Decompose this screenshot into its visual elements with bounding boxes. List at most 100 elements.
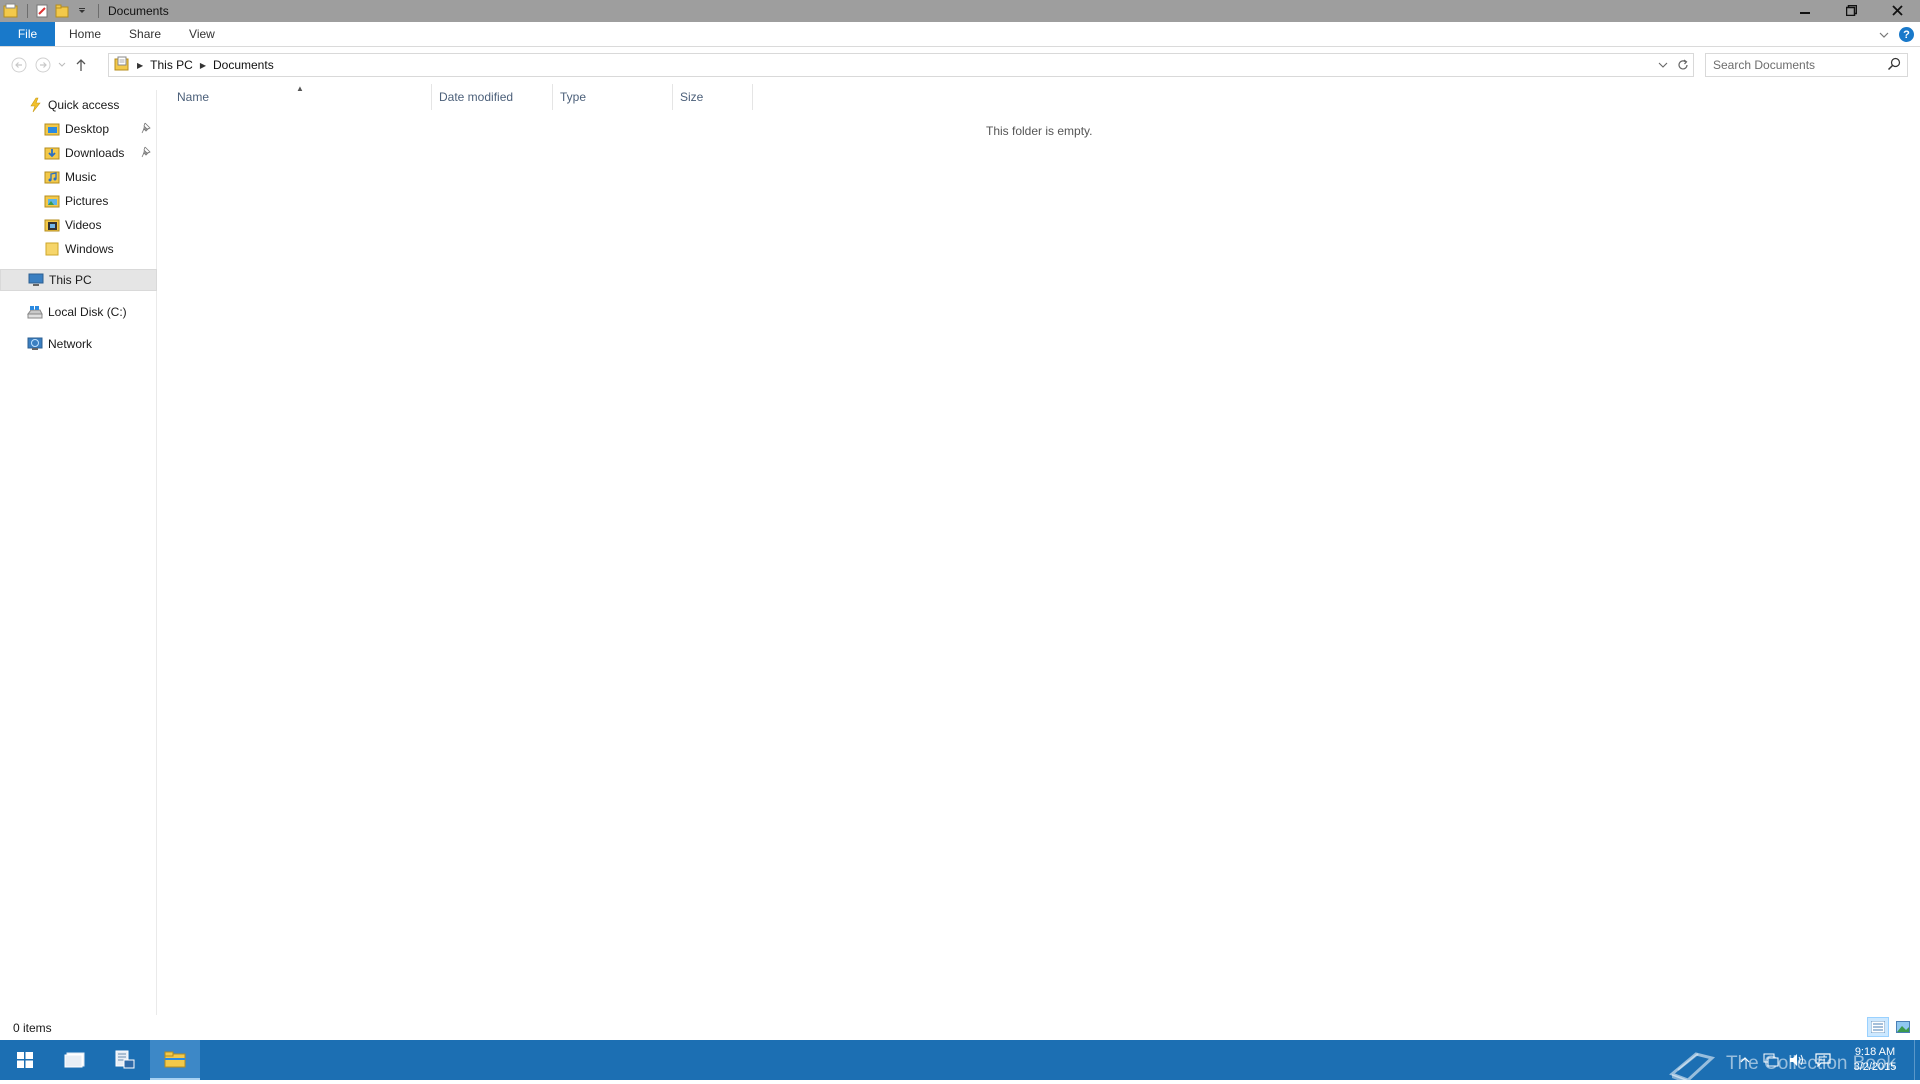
breadcrumb-documents[interactable]: Documents	[213, 58, 274, 72]
clock[interactable]: 9:18 AM 3/2/2015	[1836, 1040, 1914, 1080]
sidebar-item-windows[interactable]: Windows	[0, 238, 157, 260]
column-header-label: Name	[177, 90, 210, 104]
sidebar-item-quick-access[interactable]: Quick access	[0, 94, 157, 116]
ribbon-tabs: File Home Share View ?	[0, 22, 1920, 47]
sidebar-item-local-disk[interactable]: Local Disk (C:)	[0, 301, 157, 323]
column-header-label: Date modified	[439, 90, 514, 104]
breadcrumb-separator-icon[interactable]: ▶	[137, 61, 143, 70]
sidebar-item-music[interactable]: Music	[0, 166, 157, 188]
folder-icon	[44, 241, 60, 257]
taskbar-file-explorer[interactable]	[150, 1040, 200, 1080]
sidebar-item-this-pc[interactable]: This PC	[0, 269, 157, 291]
speaker-icon	[1790, 1054, 1803, 1066]
customize-qat-icon[interactable]	[73, 2, 91, 20]
minimize-icon	[1800, 12, 1810, 14]
breadcrumb-this-pc[interactable]: This PC	[150, 58, 193, 72]
sidebar-item-videos[interactable]: Videos	[0, 214, 157, 236]
file-list-view[interactable]: Name ▲ Date modified Type Size This fold…	[160, 84, 1920, 1014]
network-tray-button[interactable]	[1758, 1040, 1784, 1080]
tab-home[interactable]: Home	[55, 22, 115, 46]
address-history-button[interactable]	[1653, 54, 1673, 76]
qat-separator	[27, 4, 28, 18]
help-icon[interactable]: ?	[1899, 27, 1914, 42]
tab-view[interactable]: View	[175, 22, 229, 46]
restore-icon	[1845, 4, 1857, 16]
pin-icon[interactable]	[141, 146, 153, 161]
downloads-folder-icon	[44, 145, 60, 161]
up-button[interactable]	[69, 53, 93, 77]
action-center-button[interactable]	[1810, 1040, 1836, 1080]
column-header-label: Type	[560, 90, 587, 104]
sidebar-item-label: Videos	[65, 218, 102, 232]
taskbar-server-manager[interactable]	[100, 1040, 150, 1080]
quick-access-toolbar: Documents	[0, 0, 169, 22]
pictures-folder-icon	[44, 193, 60, 209]
sidebar-item-network[interactable]: Network	[0, 333, 157, 355]
tab-share[interactable]: Share	[115, 22, 175, 46]
search-input[interactable]	[1713, 58, 1883, 72]
explorer-app-icon[interactable]	[2, 2, 20, 20]
sidebar-item-label: This PC	[49, 273, 92, 287]
new-folder-icon[interactable]	[53, 2, 71, 20]
file-explorer-window: Documents File Home Share View ? ▶ This …	[0, 0, 1920, 1040]
large-icons-view-icon	[1896, 1021, 1910, 1033]
local-disk-icon	[27, 304, 43, 320]
column-header-size[interactable]: Size	[673, 84, 753, 110]
volume-button[interactable]	[1784, 1040, 1810, 1080]
recent-locations-button[interactable]	[55, 53, 69, 77]
clock-date: 3/2/2015	[1853, 1061, 1897, 1073]
notification-icon	[1815, 1053, 1831, 1067]
task-view-icon	[64, 1052, 85, 1068]
status-bar: 0 items	[0, 1015, 1920, 1040]
minimize-button[interactable]	[1782, 0, 1828, 20]
taskbar: The Collection Book 9:18 AM 3/2/2015	[0, 1040, 1920, 1084]
breadcrumb: ▶ This PC ▶ Documents	[109, 54, 274, 76]
chevron-down-icon	[1879, 32, 1889, 38]
column-header-type[interactable]: Type	[553, 84, 673, 110]
column-header-name[interactable]: Name ▲	[160, 84, 432, 110]
back-arrow-icon	[11, 57, 27, 73]
videos-folder-icon	[44, 217, 60, 233]
sidebar-item-downloads[interactable]: Downloads	[0, 142, 157, 164]
sort-ascending-icon: ▲	[296, 84, 304, 93]
sidebar-item-label: Local Disk (C:)	[48, 305, 127, 319]
restore-button[interactable]	[1828, 0, 1874, 20]
desktop-folder-icon	[44, 121, 60, 137]
search-box[interactable]	[1705, 53, 1908, 77]
system-tray: 9:18 AM 3/2/2015	[1732, 1040, 1920, 1080]
address-bar[interactable]: ▶ This PC ▶ Documents	[108, 53, 1694, 77]
sidebar-item-pictures[interactable]: Pictures	[0, 190, 157, 212]
close-button[interactable]	[1874, 0, 1920, 20]
window-title: Documents	[108, 4, 169, 18]
search-icon[interactable]	[1887, 57, 1901, 74]
back-button[interactable]	[7, 53, 31, 77]
item-count: 0 items	[13, 1020, 52, 1035]
properties-icon[interactable]	[33, 2, 51, 20]
expand-ribbon-button[interactable]	[1879, 27, 1889, 42]
sidebar-item-desktop[interactable]: Desktop	[0, 118, 157, 140]
sidebar-item-label: Pictures	[65, 194, 109, 208]
windows-logo-icon	[17, 1052, 33, 1068]
chevron-up-icon	[1740, 1057, 1750, 1063]
chevron-down-icon	[1658, 62, 1668, 68]
start-button[interactable]	[0, 1040, 50, 1080]
pin-icon[interactable]	[141, 122, 153, 137]
show-desktop-button[interactable]	[1914, 1040, 1920, 1080]
chevron-down-icon	[58, 62, 66, 67]
clock-time: 9:18 AM	[1854, 1046, 1896, 1058]
large-icons-view-button[interactable]	[1892, 1017, 1914, 1037]
breadcrumb-separator-icon[interactable]: ▶	[200, 61, 206, 70]
details-view-button[interactable]	[1867, 1017, 1889, 1037]
close-icon	[1891, 4, 1903, 16]
music-folder-icon	[44, 169, 60, 185]
column-header-date-modified[interactable]: Date modified	[432, 84, 553, 110]
show-hidden-icons-button[interactable]	[1732, 1040, 1758, 1080]
task-view-button[interactable]	[50, 1040, 100, 1080]
forward-button[interactable]	[31, 53, 55, 77]
refresh-icon	[1678, 59, 1688, 70]
empty-folder-message: This folder is empty.	[986, 124, 1093, 138]
tab-file[interactable]: File	[0, 22, 55, 46]
refresh-button[interactable]	[1673, 54, 1693, 76]
book-logo-icon	[1669, 1052, 1716, 1084]
sidebar-item-label: Network	[48, 337, 93, 351]
